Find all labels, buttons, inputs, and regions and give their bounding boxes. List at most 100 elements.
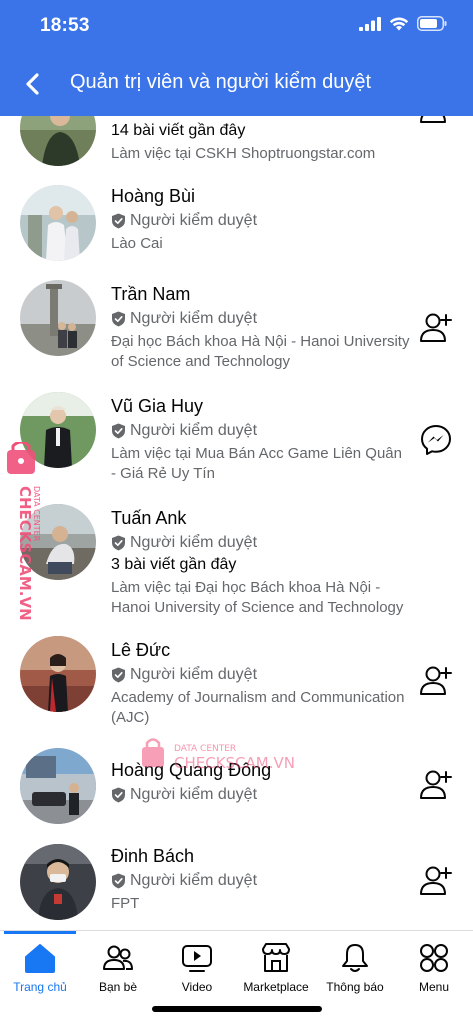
tab-label: Video bbox=[181, 980, 213, 994]
member-info: Vũ Gia Huy Người kiểm duyệt Làm việc tại… bbox=[111, 394, 411, 484]
tab-home[interactable]: Trang chủ bbox=[0, 941, 80, 1001]
member-name[interactable]: Hoàng Bùi bbox=[111, 184, 411, 208]
bell-icon bbox=[342, 944, 368, 972]
shield-icon bbox=[112, 311, 125, 327]
moderator-badge: Người kiểm duyệt bbox=[111, 664, 411, 686]
page-title: Quản trị viên và người kiểm duyệt bbox=[70, 71, 372, 93]
status-bar: 18:53 bbox=[0, 0, 473, 52]
role-label: Người kiểm duyệt bbox=[130, 310, 258, 327]
role-label: Người kiểm duyệt bbox=[130, 534, 258, 551]
member-name[interactable]: Đinh Bách bbox=[111, 844, 411, 868]
member-row[interactable]: Trần Nam Người kiểm duyệt Đại học Bách k… bbox=[0, 278, 473, 390]
member-meta: Lào Cai bbox=[111, 235, 163, 252]
recent-posts: 14 bài viết gần đây bbox=[111, 122, 246, 139]
tab-notifications[interactable]: Thông báo bbox=[315, 941, 395, 1001]
role-label: Người kiểm duyệt bbox=[130, 212, 258, 229]
tab-label: Thông báo bbox=[326, 980, 384, 994]
role-label: Người kiểm duyệt bbox=[130, 786, 258, 803]
member-name[interactable]: Tuấn Ank bbox=[111, 506, 411, 530]
signal-icon bbox=[359, 16, 381, 31]
wifi-icon bbox=[389, 17, 409, 30]
tab-marketplace[interactable]: Marketplace bbox=[236, 941, 316, 1001]
avatar[interactable] bbox=[20, 636, 96, 712]
battery-icon bbox=[417, 16, 447, 31]
shield-icon bbox=[112, 873, 125, 889]
member-meta: Làm việc tại Mua Bán Acc Game Liên Quân … bbox=[111, 445, 402, 482]
member-name[interactable]: Vũ Gia Huy bbox=[111, 394, 411, 418]
messenger-button[interactable] bbox=[419, 423, 453, 457]
shield-icon bbox=[112, 787, 125, 803]
tab-menu[interactable]: Menu bbox=[394, 941, 473, 1001]
moderator-badge: Người kiểm duyệt bbox=[111, 870, 411, 892]
shield-icon bbox=[112, 667, 125, 683]
member-info: Trần Nam Người kiểm duyệt Đại học Bách k… bbox=[111, 282, 411, 372]
back-button[interactable] bbox=[18, 66, 46, 102]
add-friend-icon bbox=[420, 116, 446, 123]
status-time: 18:53 bbox=[40, 15, 90, 36]
nav-row: Quản trị viên và người kiểm duyệt bbox=[0, 62, 473, 106]
shield-icon bbox=[112, 535, 125, 551]
avatar[interactable] bbox=[20, 748, 96, 824]
member-name[interactable]: Trần Nam bbox=[111, 282, 411, 306]
shield-icon bbox=[112, 423, 125, 439]
add-friend-button[interactable] bbox=[419, 116, 453, 126]
avatar[interactable] bbox=[20, 185, 96, 261]
marketplace-icon bbox=[262, 943, 290, 972]
moderator-badge: Người kiểm duyệt bbox=[111, 532, 411, 554]
member-info: Hoàng Bùi Người kiểm duyệt Lào Cai bbox=[111, 184, 411, 254]
tab-video[interactable]: Video bbox=[157, 941, 237, 1001]
home-icon bbox=[25, 944, 55, 973]
member-row[interactable]: Đinh Bách Người kiểm duyệt FPT bbox=[0, 842, 473, 930]
moderator-badge: Người kiểm duyệt bbox=[111, 308, 411, 330]
add-friend-icon bbox=[420, 666, 452, 695]
member-row[interactable]: Lê Đức Người kiểm duyệt Academy of Journ… bbox=[0, 634, 473, 746]
video-icon bbox=[182, 945, 212, 972]
member-row[interactable]: Hoàng Bùi Người kiểm duyệt Lào Cai bbox=[0, 182, 473, 278]
member-info: Đinh Bách Người kiểm duyệt FPT bbox=[111, 844, 411, 914]
tab-label: Marketplace bbox=[243, 980, 309, 994]
recent-posts: 3 bài viết gần đây bbox=[111, 556, 237, 573]
tab-label: Bạn bè bbox=[98, 980, 138, 994]
watermark-center: DATA CENTER CHECKSCAM.VN bbox=[142, 738, 295, 772]
svg-text:DATA CENTER: DATA CENTER bbox=[32, 486, 41, 542]
member-meta: Làm việc tại Đại học Bách khoa Hà Nội - … bbox=[111, 579, 404, 616]
messenger-icon bbox=[421, 425, 451, 455]
app-header: 18:53 Quản trị viên và người kiểm duyệt bbox=[0, 0, 473, 116]
moderator-badge: Người kiểm duyệt bbox=[111, 420, 411, 442]
tab-friends[interactable]: Bạn bè bbox=[78, 941, 158, 1001]
member-list[interactable]: 14 bài viết gần đây Làm việc tại CSKH Sh… bbox=[0, 116, 473, 930]
add-friend-button[interactable] bbox=[419, 768, 453, 802]
member-row[interactable]: Tuấn Ank Người kiểm duyệt 3 bài viết gần… bbox=[0, 502, 473, 634]
tab-label: Trang chủ bbox=[13, 980, 67, 994]
avatar[interactable] bbox=[20, 280, 96, 356]
add-friend-button[interactable] bbox=[419, 664, 453, 698]
friends-icon bbox=[103, 945, 133, 970]
add-friend-icon bbox=[420, 313, 452, 342]
member-meta: Đại học Bách khoa Hà Nội - Hanoi Univers… bbox=[111, 333, 410, 370]
moderator-badge: Người kiểm duyệt bbox=[111, 784, 411, 806]
add-friend-button[interactable] bbox=[419, 311, 453, 345]
watermark-side: CHECKSCAM.VN DATA CENTER bbox=[7, 442, 41, 621]
moderator-badge: Người kiểm duyệt bbox=[111, 210, 411, 232]
role-label: Người kiểm duyệt bbox=[130, 422, 258, 439]
role-label: Người kiểm duyệt bbox=[130, 872, 258, 889]
avatar[interactable] bbox=[20, 844, 96, 920]
svg-text:CHECKSCAM.VN: CHECKSCAM.VN bbox=[16, 486, 34, 621]
member-row[interactable]: Vũ Gia Huy Người kiểm duyệt Làm việc tại… bbox=[0, 390, 473, 502]
member-name[interactable]: Lê Đức bbox=[111, 638, 411, 662]
tab-label: Menu bbox=[418, 980, 450, 994]
shield-icon bbox=[112, 213, 125, 229]
member-meta: FPT bbox=[111, 895, 140, 912]
member-meta: Academy of Journalism and Communication … bbox=[111, 689, 405, 726]
add-friend-icon bbox=[420, 770, 452, 799]
add-friend-icon bbox=[420, 866, 452, 895]
member-info: Lê Đức Người kiểm duyệt Academy of Journ… bbox=[111, 638, 411, 728]
member-meta: Làm việc tại CSKH Shoptruongstar.com bbox=[111, 145, 376, 162]
role-label: Người kiểm duyệt bbox=[130, 666, 258, 683]
member-row[interactable]: 14 bài viết gần đây Làm việc tại CSKH Sh… bbox=[0, 116, 473, 180]
active-tab-indicator bbox=[4, 931, 76, 934]
avatar[interactable] bbox=[20, 116, 96, 166]
member-info: Tuấn Ank Người kiểm duyệt 3 bài viết gần… bbox=[111, 506, 411, 618]
add-friend-button[interactable] bbox=[419, 864, 453, 898]
member-info: 14 bài viết gần đây Làm việc tại CSKH Sh… bbox=[111, 120, 411, 164]
